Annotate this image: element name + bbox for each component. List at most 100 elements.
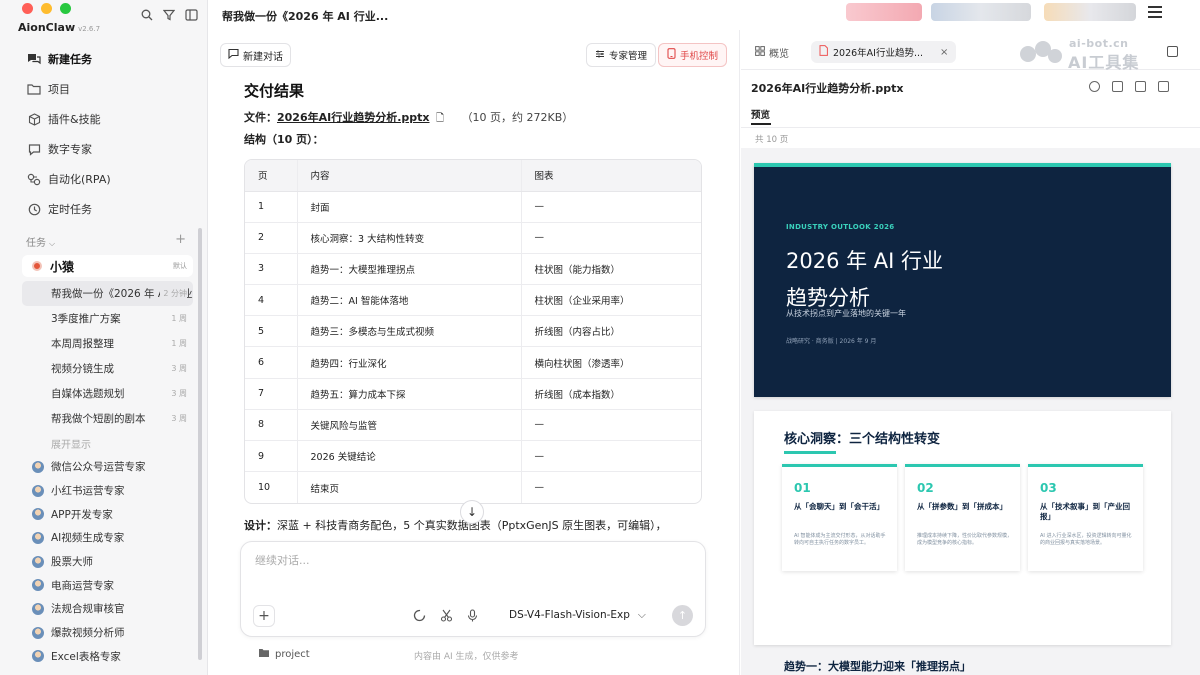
blurred-header-item: [931, 3, 1031, 21]
model-selector[interactable]: DS-V4-Flash-Vision-Exp ⌵: [509, 609, 646, 622]
tab-overview[interactable]: 概览: [755, 45, 789, 60]
nav-label: 项目: [48, 83, 70, 96]
expert-name: 股票大师: [51, 556, 93, 569]
table-cell: 核心洞察：3 大结构性转变: [296, 222, 521, 254]
slide-title: 2026 年 AI 行业 趋势分析: [786, 243, 1026, 317]
expert-item[interactable]: 股票大师: [22, 550, 193, 574]
expert-management-button[interactable]: 专家管理: [586, 43, 657, 67]
table-row: 6 趋势四：行业深化 横向柱状图（渗透率）: [245, 346, 701, 379]
refresh-icon[interactable]: [1089, 81, 1100, 92]
slide-cover[interactable]: INDUSTRY OUTLOOK 2026 2026 年 AI 行业 趋势分析 从…: [754, 163, 1171, 397]
expert-item[interactable]: 爆款视频分析师: [22, 621, 193, 645]
add-task-button[interactable]: +: [175, 232, 186, 247]
avatar: [32, 460, 44, 473]
table-cell: 9: [245, 440, 297, 473]
table-header-cell: 内容: [296, 160, 521, 192]
expert-item[interactable]: Excel表格专家: [22, 645, 193, 669]
slide-footer: 战略研究 · 商务版 | 2026 年 9 月: [786, 338, 877, 345]
table-header-cell: 页: [245, 160, 297, 192]
table-row: 7 趋势五：算力成本下探 折线图（成本指数）: [245, 378, 701, 410]
tab-pptx-file[interactable]: 2026年AI行业趋势... ×: [811, 41, 957, 63]
nav-projects[interactable]: 项目: [0, 74, 208, 104]
table-cell: 8: [245, 409, 297, 442]
table-header-cell: 图表: [520, 160, 701, 192]
maximize-window-button[interactable]: [60, 3, 71, 14]
minimize-window-button[interactable]: [41, 3, 52, 14]
table-cell: 趋势三：多模态与生成式视频: [296, 315, 521, 348]
table-row: 9 2026 关键结论 —: [245, 440, 701, 473]
nav-scheduled[interactable]: 定时任务: [0, 194, 208, 224]
slide-insights[interactable]: 核心洞察：三个结构性转变 01 从「会聊天」到「会干活」 AI 智能体成为主流交…: [754, 411, 1171, 645]
collapse-panel-icon[interactable]: [1167, 46, 1178, 57]
insight-card: 02 从「拼参数」到「拼成本」 推理成本持续下降，性价比取代参数规模，成为模型竞…: [905, 464, 1020, 571]
nav-automation[interactable]: 自动化(RPA): [0, 164, 208, 194]
tasks-section-header[interactable]: 任务 ⌵ +: [26, 232, 186, 249]
phone-control-button[interactable]: 手机控制: [658, 43, 728, 67]
scissors-icon[interactable]: [440, 607, 453, 626]
new-chat-button[interactable]: 新建对话: [220, 43, 291, 67]
task-item[interactable]: 本周周报整理 1 周: [22, 331, 193, 356]
expert-item[interactable]: APP开发专家: [22, 502, 193, 526]
expert-item[interactable]: 微信公众号运营专家: [22, 455, 193, 479]
watermark: ai-bot.cn AI工具集: [1018, 36, 1158, 72]
nav-label: 自动化(RPA): [48, 173, 111, 186]
copy-icon[interactable]: [1158, 81, 1169, 92]
show-more-link[interactable]: 展开显示: [22, 431, 193, 456]
menu-icon[interactable]: [1148, 6, 1162, 18]
expert-name: AI视频生成专家: [51, 532, 125, 545]
card-number: 01: [794, 481, 811, 495]
close-window-button[interactable]: [22, 3, 33, 14]
message-composer[interactable]: 继续对话... + DS-V4-Flash-Vision-Exp ⌵ ↑: [240, 541, 706, 637]
filter-icon[interactable]: [162, 8, 176, 22]
slides-viewport[interactable]: INDUSTRY OUTLOOK 2026 2026 年 AI 行业 趋势分析 从…: [741, 148, 1200, 675]
expert-item[interactable]: 小红书运营专家: [22, 479, 193, 503]
tasks-header-label: 任务: [26, 238, 46, 249]
task-item[interactable]: 帮我做个短剧的剧本 3 周: [22, 406, 193, 431]
sidebar-toggle-icon[interactable]: [184, 8, 198, 22]
file-link[interactable]: 2026年AI行业趋势分析.pptx: [277, 111, 430, 124]
folder-icon: [258, 648, 270, 661]
project-selector[interactable]: project: [258, 648, 310, 661]
task-item[interactable]: 视频分镜生成 3 周: [22, 356, 193, 381]
table-row: 10 结束页 —: [245, 471, 701, 503]
microphone-icon[interactable]: [467, 607, 478, 626]
task-item[interactable]: 自媒体选题规划 3 周: [22, 381, 193, 406]
scroll-down-button[interactable]: ↓: [460, 500, 484, 524]
tab-preview[interactable]: 预览: [751, 107, 771, 125]
search-icon[interactable]: [140, 8, 154, 22]
nav-label: 新建任务: [48, 53, 92, 66]
avatar: [32, 579, 44, 592]
chevron-down-icon: ⌵: [49, 239, 56, 248]
attach-button[interactable]: +: [253, 605, 275, 627]
tab-underline: [751, 123, 771, 125]
table-cell: 5: [245, 315, 297, 348]
table-cell: 横向柱状图（渗透率）: [520, 346, 701, 379]
task-item[interactable]: 帮我做一份《2026 年 AI 行业趋势分析》2 分钟: [22, 281, 193, 306]
sidebar-scrollbar[interactable]: [198, 228, 202, 660]
table-cell: 3: [245, 253, 297, 286]
expert-item[interactable]: 电商运营专家: [22, 573, 193, 597]
folder-icon[interactable]: [1135, 81, 1146, 92]
nav-new-task[interactable]: 新建任务: [0, 44, 208, 74]
chat-bubbles-icon: [26, 51, 42, 67]
task-group[interactable]: 小猿 默认: [22, 255, 193, 277]
nav-experts[interactable]: 数字专家: [0, 134, 208, 164]
expert-item[interactable]: AI视频生成专家: [22, 526, 193, 550]
task-time: 2 分钟: [160, 288, 187, 299]
table-cell: 4: [245, 284, 297, 317]
send-button[interactable]: ↑: [672, 605, 693, 626]
nav-plugins[interactable]: 插件&技能: [0, 104, 208, 134]
phone-control-label: 手机控制: [680, 51, 719, 62]
slide-count: 共 10 页: [755, 135, 789, 145]
show-more-label: 展开显示: [51, 440, 91, 451]
open-external-icon[interactable]: [1112, 81, 1123, 92]
loading-icon[interactable]: [413, 607, 426, 626]
table-row: 8 关键风险与监管 —: [245, 409, 701, 442]
close-tab-icon[interactable]: ×: [940, 47, 948, 58]
card-desc: 推理成本持续下降，性价比取代参数规模，成为模型竞争的核心指标。: [917, 533, 1013, 546]
design-label: 设计：: [244, 519, 277, 532]
expert-item[interactable]: 法规合规审核官: [22, 597, 193, 621]
tab-overview-label: 概览: [769, 49, 789, 60]
task-item[interactable]: 3季度推广方案 1 周: [22, 306, 193, 331]
expert-name: 法规合规审核官: [51, 603, 125, 616]
